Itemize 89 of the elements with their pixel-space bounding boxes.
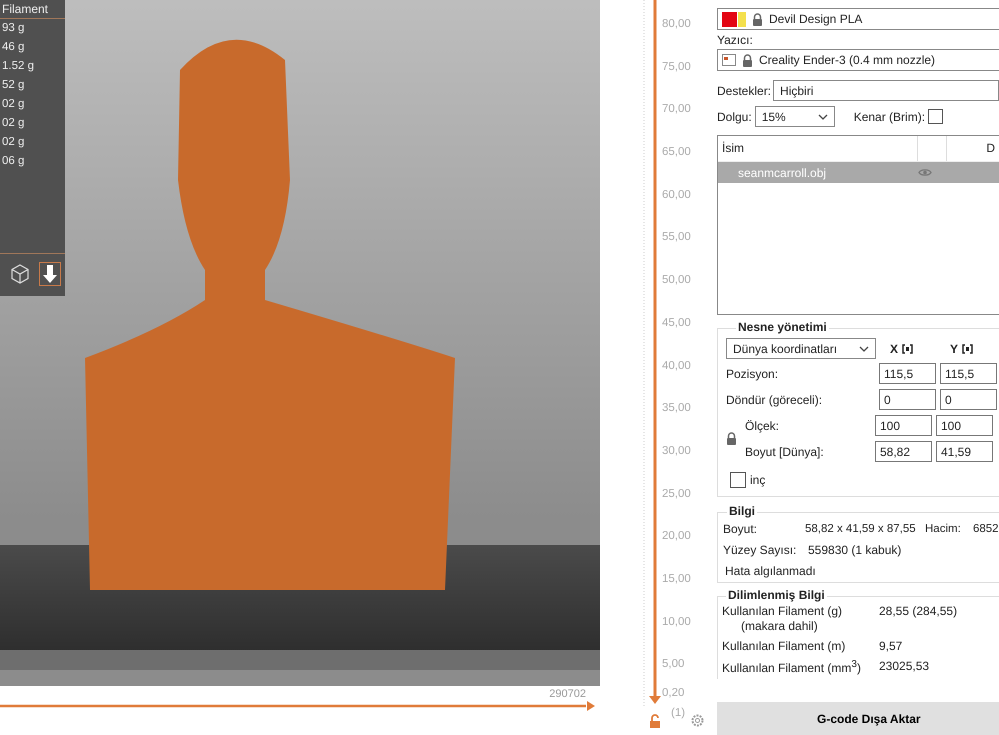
cube-icon[interactable]	[9, 262, 31, 286]
filament-weight: 46 g	[1, 40, 26, 55]
filament-select[interactable]: Devil Design PLA	[717, 8, 999, 30]
value-input[interactable]: 115,5	[879, 363, 936, 384]
value-input[interactable]: 0	[879, 389, 936, 410]
filament-weight: 06 g	[1, 154, 26, 169]
slider-reading: 290702	[549, 688, 586, 700]
property-label: Döndür (göreceli):	[726, 392, 824, 406]
stat-label: Kullanılan Filament (g)	[722, 604, 844, 618]
value-input[interactable]: 115,5	[940, 363, 997, 384]
facets-value: 559830 (1 kabuk)	[808, 543, 902, 557]
panel-header: Filament	[0, 0, 65, 19]
filament-weight: 93 g	[1, 21, 26, 36]
color-swatch-icon	[722, 12, 746, 26]
stat-sublabel: (makara dahil)	[741, 619, 819, 633]
brim-label: Kenar (Brim):	[854, 110, 926, 124]
ruler-label: 45,00	[662, 316, 691, 331]
volume-value: 6852	[973, 523, 999, 535]
ruler-label: 75,00	[662, 60, 691, 75]
printer-select[interactable]: Creality Ender-3 (0.4 mm nozzle)	[717, 49, 999, 71]
ruler-label: 80,00	[662, 17, 691, 32]
facets-label: Yüzey Sayısı:	[723, 543, 798, 557]
filament-weight: 02 g	[1, 135, 26, 150]
value-input[interactable]: 41,59	[936, 441, 993, 462]
column-header[interactable]: İsim	[718, 136, 918, 161]
supports-label: Destekler:	[717, 84, 772, 98]
chevron-icon	[818, 114, 828, 120]
settings-icon[interactable]	[691, 714, 704, 727]
chevron-icon	[859, 346, 869, 352]
value-input[interactable]: 100	[875, 415, 932, 436]
property-label: Ölçek:	[745, 418, 780, 432]
stat-value: 23025,53	[879, 659, 930, 673]
ruler-label: 20,00	[662, 529, 691, 544]
property-label: Boyut [Dünya]:	[745, 444, 825, 458]
lock-icon	[752, 12, 763, 26]
inches-checkbox[interactable]	[730, 472, 746, 488]
layer-label: (1)	[671, 706, 686, 720]
value-input[interactable]: 0	[940, 389, 997, 410]
value-input[interactable]: 100	[936, 415, 993, 436]
scale-lock-icon	[726, 432, 737, 445]
ruler-label: 25,00	[662, 486, 691, 502]
axis-label: Y	[950, 342, 990, 356]
stat-value: 9,57	[879, 639, 902, 653]
horizontal-slider-drawing[interactable]	[0, 700, 596, 712]
unlock-icon[interactable]	[649, 714, 661, 728]
volume-label: Hacim:	[925, 523, 962, 535]
ruler-label: 60,00	[662, 188, 691, 203]
ruler-label: 40,00	[662, 358, 691, 374]
filament-weight: 1.52 g	[1, 59, 35, 74]
ruler-label: 0,20	[662, 686, 686, 700]
printer-label: Yazıcı:	[717, 33, 754, 47]
ruler-label: 55,00	[662, 230, 691, 246]
ruler-label: 65,00	[662, 145, 691, 160]
supports-select[interactable]: Hiçbiri	[773, 80, 999, 101]
ruler-label: 70,00	[662, 102, 691, 118]
column-header[interactable]: D	[947, 136, 999, 161]
filament-weight: 02 g	[1, 97, 26, 112]
printer-icon	[722, 54, 736, 66]
lock-icon	[742, 54, 753, 66]
property-label: Pozisyon:	[726, 366, 780, 380]
axis-icon	[902, 344, 914, 354]
size-label: Boyut:	[723, 522, 758, 536]
ruler-label: 5,00	[662, 657, 686, 672]
filament-weight: 52 g	[1, 78, 26, 93]
status-text: Hata algılanmadı	[725, 564, 817, 578]
filament-weight: 02 g	[1, 116, 26, 131]
group-title: Dilimlenmiş Bilgi	[726, 588, 827, 602]
inches-label: inç	[750, 473, 766, 487]
infill-select[interactable]: 15%	[754, 106, 835, 127]
ruler-label: 15,00	[662, 572, 691, 587]
stat-label: Kullanılan Filament (mm$^{3}$)	[722, 659, 862, 675]
ruler-label: 10,00	[662, 614, 691, 630]
axis-label: X	[890, 342, 936, 356]
brim-checkbox[interactable]	[928, 109, 944, 124]
coordinates-select[interactable]: Dünya koordinatları	[726, 338, 876, 359]
ruler-label: 35,00	[662, 401, 691, 416]
size-value: 58,82 x 41,59 x 87,55	[805, 523, 917, 535]
eye-icon[interactable]	[918, 168, 932, 176]
group-title: Bilgi	[727, 504, 757, 518]
ruler-label: 50,00	[662, 273, 691, 288]
infill-label: Dolgu:	[717, 110, 752, 124]
axis-icon	[962, 344, 974, 354]
stat-label: Kullanılan Filament (m)	[722, 639, 846, 653]
group-title: Nesne yönetimi	[736, 320, 829, 334]
ruler-label: 30,00	[662, 444, 691, 459]
stat-value: 28,55 (284,55)	[879, 604, 958, 618]
export-gcode-button[interactable]: G-code Dışa Aktar	[717, 702, 999, 735]
value-input[interactable]: 58,82	[875, 441, 932, 462]
3d-viewport[interactable]: Filament 93 g 46 g 1.52 g 52 g 02 g 02 g 02 g 06 g	[0, 0, 600, 686]
